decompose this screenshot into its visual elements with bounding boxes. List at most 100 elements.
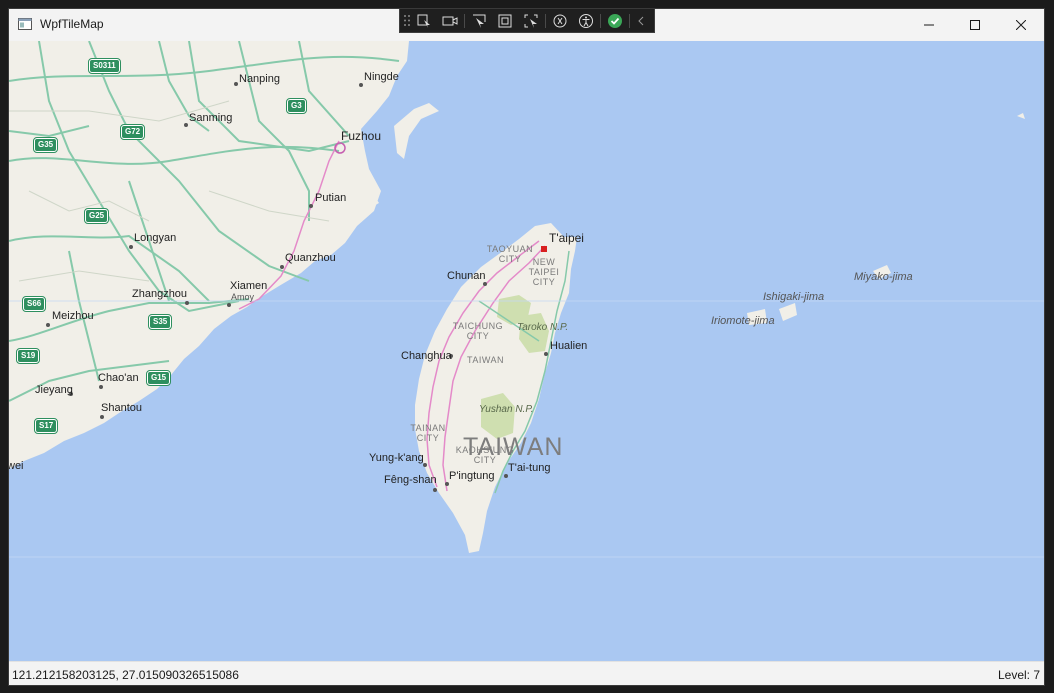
island-label: Miyako-jima: [854, 271, 913, 283]
region-label: NEW TAIPEI CITY: [528, 257, 560, 287]
island-label: Iriomote-jima: [711, 315, 775, 327]
city-dot: [280, 265, 284, 269]
toolbar-separator: [600, 13, 601, 28]
city-label: Sanming: [189, 112, 233, 124]
city-label: Hualien: [550, 340, 588, 352]
city-dot: [100, 415, 104, 419]
highway-shield: S35: [147, 314, 173, 330]
city-dot: [234, 82, 238, 86]
city-dot: [46, 323, 50, 327]
select-element-button[interactable]: [411, 9, 437, 32]
live-preview-icon: [442, 16, 458, 25]
small-island: [1017, 113, 1025, 119]
city-label: Fêng-shan: [384, 474, 437, 486]
close-button[interactable]: [998, 9, 1044, 41]
display-layout-adorners-icon: [498, 14, 512, 27]
city-label: Xiamen: [230, 280, 268, 292]
city-dot: [185, 301, 189, 305]
region-label: TAIWAN: [467, 355, 504, 365]
binding-failures-button[interactable]: [547, 9, 573, 32]
accessibility-icon: [579, 13, 593, 28]
toolbar-separator: [545, 13, 546, 28]
app-window: WpfTileMap Nanping Ningde Sanming Fuzhou…: [9, 9, 1044, 685]
highway-shield: G25: [83, 208, 110, 224]
debug-toolbar: [399, 9, 655, 33]
city-dot: [433, 488, 437, 492]
map-tiles: [9, 41, 1044, 558]
country-label: TAIWAN: [463, 433, 564, 461]
city-dot: [483, 282, 487, 286]
city-dot: [359, 83, 363, 87]
highway-shield: S17: [33, 418, 59, 434]
city-dot: [184, 123, 188, 127]
select-icon: [473, 14, 486, 28]
region-label: TAINAN CITY: [410, 423, 446, 443]
highway-shield: S19: [15, 348, 41, 364]
city-label: Zhangzhou: [132, 288, 188, 300]
select-button[interactable]: [466, 9, 492, 32]
maximize-button[interactable]: [952, 9, 998, 41]
minimize-icon: [924, 24, 934, 26]
display-layout-adorners-button[interactable]: [492, 9, 518, 32]
tile-map[interactable]: Nanping Ningde Sanming Fuzhou Putian Lon…: [9, 41, 1044, 661]
toolbar-separator: [629, 13, 630, 28]
highway-shield: G3: [286, 98, 307, 114]
city-label: Yung-k'ang: [369, 452, 424, 464]
city-label: Shantou: [101, 402, 142, 414]
city-dot: [99, 385, 103, 389]
status-bar: 121.212158203125, 27.015090326515086 Lev…: [9, 661, 1044, 685]
binding-failures-icon: [553, 14, 567, 27]
park-label: Yushan N.P.: [479, 404, 534, 415]
city-dot: [227, 303, 231, 307]
city-label: Meizhou: [52, 310, 94, 322]
city-dot: [309, 204, 313, 208]
collapse-toolbar-button[interactable]: [631, 9, 651, 32]
accessibility-button[interactable]: [573, 9, 599, 32]
city-label: Changhua: [401, 350, 452, 362]
ishigaki-island: [779, 303, 797, 321]
minimize-button[interactable]: [906, 9, 952, 41]
check-status-button[interactable]: [602, 9, 628, 32]
city-label: Jieyang: [35, 384, 73, 396]
coordinates-readout: 121.212158203125, 27.015090326515086: [12, 668, 239, 682]
park-label: Taroko N.P.: [517, 322, 569, 333]
city-dot: [129, 245, 133, 249]
app-window-icon: [18, 18, 32, 30]
check-circle-icon: [608, 13, 622, 28]
live-preview-button[interactable]: [437, 9, 463, 32]
close-icon: [1016, 20, 1026, 30]
window-title: WpfTileMap: [40, 17, 104, 31]
city-label: Nanping: [239, 73, 280, 85]
city-label: Longyan: [134, 232, 177, 244]
highway-shield: G35: [32, 137, 59, 153]
zoom-level-readout: Level: 7: [997, 668, 1040, 682]
city-label: P'ingtung: [449, 470, 495, 482]
capital-marker[interactable]: [541, 246, 547, 252]
city-label: Ningde: [364, 71, 399, 83]
track-focus-icon: [524, 14, 538, 28]
island-shape: [394, 103, 439, 159]
island-label: Ishigaki-jima: [763, 291, 825, 303]
city-label: T'aipei: [549, 231, 584, 245]
city-dot: [445, 482, 449, 486]
highway-shield: G72: [119, 124, 146, 140]
toolbar-grip-icon[interactable]: [403, 13, 411, 28]
city-label: T'ai-tung: [508, 462, 551, 474]
toolbar-separator: [464, 13, 465, 28]
city-label: Chunan: [447, 270, 486, 282]
city-label: Amoy: [231, 292, 255, 302]
maximize-icon: [970, 20, 980, 30]
highway-shield: S0311: [88, 58, 121, 74]
city-dot: [544, 352, 548, 356]
city-dot: [504, 474, 508, 478]
title-bar[interactable]: WpfTileMap: [9, 9, 1044, 41]
collapse-chevron-icon: [638, 16, 644, 25]
highway-shield: S66: [21, 296, 47, 312]
highway-shield: G15: [145, 370, 172, 386]
track-focus-button[interactable]: [518, 9, 544, 32]
select-element-icon: [417, 14, 430, 28]
city-label: Fuzhou: [341, 129, 382, 143]
region-label: TAICHUNG CITY: [452, 321, 504, 341]
city-label: wei: [9, 460, 24, 472]
city-label: Chao'an: [98, 372, 139, 384]
